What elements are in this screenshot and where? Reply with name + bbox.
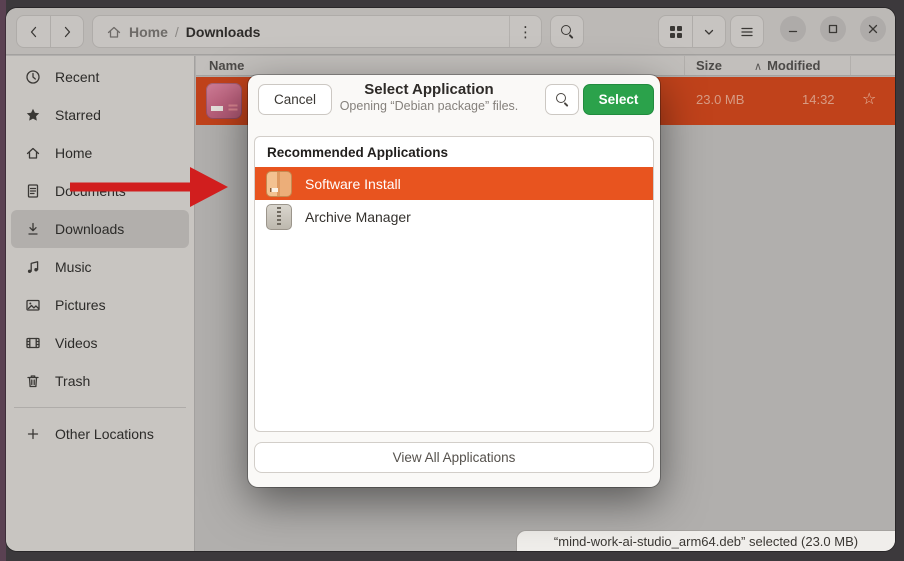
dialog-header: Cancel Select Application Opening “Debia… (248, 75, 660, 123)
sidebar-label: Starred (55, 107, 101, 123)
minimize-button[interactable] (780, 16, 806, 42)
close-icon (867, 23, 879, 35)
section-header: Recommended Applications (255, 137, 653, 167)
app-row-archive-manager[interactable]: Archive Manager (255, 200, 653, 233)
application-list: Recommended Applications Software Instal… (254, 136, 654, 432)
sidebar-label: Downloads (55, 221, 124, 237)
sidebar-separator (14, 407, 186, 408)
forward-button[interactable] (50, 16, 83, 47)
breadcrumb-home[interactable]: Home (129, 24, 168, 40)
chevron-left-icon (27, 25, 41, 39)
dialog-title: Select Application (328, 81, 530, 98)
maximize-icon (827, 23, 839, 35)
status-bar: “mind-work-ai-studio_arm64.deb” selected… (516, 530, 895, 551)
sidebar-label: Other Locations (55, 426, 154, 442)
app-row-software-install[interactable]: Software Install (255, 167, 653, 200)
sort-ascending-icon: ∧ (754, 61, 762, 73)
column-header-modified-label: Modified (767, 58, 820, 73)
sidebar-label: Music (55, 259, 92, 275)
status-text: “mind-work-ai-studio_arm64.deb” selected… (554, 534, 858, 549)
cancel-button[interactable]: Cancel (258, 84, 332, 115)
grid-view-button[interactable] (659, 16, 692, 47)
sidebar-label: Trash (55, 373, 90, 389)
breadcrumb-separator: / (175, 24, 179, 40)
chevron-right-icon (60, 25, 74, 39)
chevron-down-icon (703, 26, 715, 38)
clock-icon (25, 69, 41, 85)
star-outline-icon[interactable]: ☆ (862, 89, 876, 109)
close-button[interactable] (860, 16, 886, 42)
kebab-menu-icon[interactable]: ⋮ (509, 16, 541, 47)
music-note-icon (25, 259, 41, 275)
select-application-dialog: Cancel Select Application Opening “Debia… (248, 75, 660, 487)
nav-button-group (16, 15, 84, 48)
document-icon (25, 183, 41, 199)
column-header-size[interactable]: Size (696, 58, 722, 73)
back-button[interactable] (17, 16, 50, 47)
sidebar-item-music[interactable]: Music (11, 248, 189, 286)
column-divider (684, 56, 685, 75)
minimize-icon (787, 23, 799, 35)
file-size: 23.0 MB (696, 92, 744, 107)
home-icon (106, 24, 122, 40)
breadcrumb[interactable]: Home / Downloads ⋮ (92, 15, 542, 48)
view-options-button[interactable] (692, 16, 725, 47)
dialog-search-button[interactable] (545, 84, 579, 115)
app-name: Archive Manager (305, 209, 411, 225)
film-icon (25, 335, 41, 351)
star-icon (25, 107, 41, 123)
deb-package-file-icon (206, 83, 242, 119)
list-header: Name Size ∧ Modified (196, 56, 895, 76)
home-icon (25, 145, 41, 161)
sidebar-item-documents[interactable]: Documents (11, 172, 189, 210)
app-name: Software Install (305, 176, 401, 192)
cancel-button-label: Cancel (274, 92, 316, 107)
sidebar-item-home[interactable]: Home (11, 134, 189, 172)
download-icon (25, 221, 41, 237)
sidebar-item-starred[interactable]: Starred (11, 96, 189, 134)
file-modified-time: 14:32 (802, 92, 835, 107)
column-header-name[interactable]: Name (209, 58, 244, 73)
search-icon (555, 92, 570, 107)
sidebar-label: Recent (55, 69, 99, 85)
files-window: Home / Downloads ⋮ (6, 8, 895, 551)
sidebar-label: Home (55, 145, 92, 161)
dialog-subtitle: Opening “Debian package” files. (328, 99, 530, 113)
view-all-applications-button[interactable]: View All Applications (254, 442, 654, 473)
search-button[interactable] (550, 15, 584, 48)
plus-icon (25, 426, 41, 442)
select-button-label: Select (599, 92, 639, 107)
sidebar-label: Videos (55, 335, 98, 351)
trash-icon (25, 373, 41, 389)
hamburger-icon (740, 26, 754, 38)
search-icon (560, 24, 575, 39)
maximize-button[interactable] (820, 16, 846, 42)
archive-manager-icon (266, 204, 292, 230)
sidebar: Recent Starred Home Documents Downloads … (6, 56, 195, 551)
sidebar-item-pictures[interactable]: Pictures (11, 286, 189, 324)
sidebar-item-downloads[interactable]: Downloads (11, 210, 189, 248)
sidebar-label: Documents (55, 183, 126, 199)
sidebar-item-videos[interactable]: Videos (11, 324, 189, 362)
select-button[interactable]: Select (583, 84, 654, 115)
view-toggle-group (658, 15, 726, 48)
dialog-title-block: Select Application Opening “Debian packa… (328, 81, 530, 113)
grid-view-icon (669, 25, 683, 39)
sidebar-item-recent[interactable]: Recent (11, 58, 189, 96)
sidebar-item-trash[interactable]: Trash (11, 362, 189, 400)
titlebar: Home / Downloads ⋮ (6, 8, 895, 55)
software-install-icon (266, 171, 292, 197)
breadcrumb-current[interactable]: Downloads (186, 24, 261, 40)
column-divider (850, 56, 851, 75)
picture-icon (25, 297, 41, 313)
sidebar-label: Pictures (55, 297, 106, 313)
column-header-modified[interactable]: ∧ Modified (754, 58, 821, 73)
sidebar-item-other-locations[interactable]: Other Locations (11, 415, 189, 453)
hamburger-menu-button[interactable] (730, 15, 764, 48)
view-all-label: View All Applications (393, 450, 516, 465)
